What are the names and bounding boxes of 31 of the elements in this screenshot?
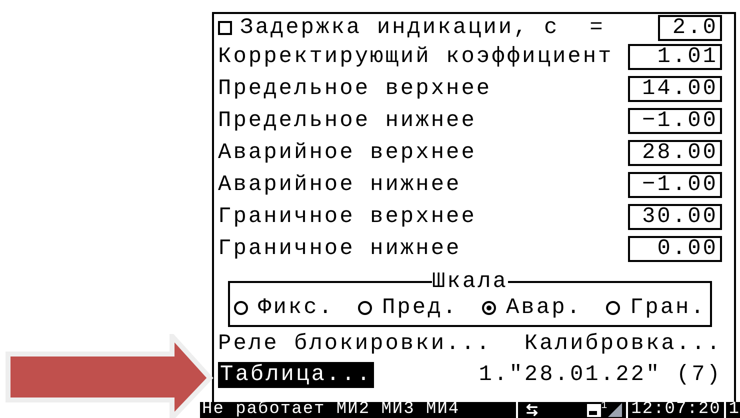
parameter-label: Аварийное нижнее bbox=[218, 172, 462, 198]
scale-radio[interactable]: Гран. bbox=[606, 295, 706, 321]
parameter-label: Граничное верхнее bbox=[218, 204, 476, 230]
value-field[interactable]: 14.00 bbox=[628, 76, 722, 102]
parameter-label: Граничное нижнее bbox=[218, 236, 462, 262]
value-field[interactable]: 1.01 bbox=[628, 44, 722, 70]
signal-icon bbox=[608, 403, 622, 417]
checkbox[interactable] bbox=[218, 20, 232, 34]
scale-radio[interactable]: Авар. bbox=[482, 295, 582, 321]
menu-link[interactable]: Реле блокировки... bbox=[218, 331, 492, 357]
scale-radio[interactable]: Пред. bbox=[358, 295, 458, 321]
status-message: Не работает МИ2 МИ3 МИ4 bbox=[201, 402, 461, 418]
menu-link[interactable]: Калибровка... bbox=[524, 331, 722, 357]
parameter-label: Корректирующий коэффициент bbox=[218, 44, 614, 70]
value-field[interactable]: 2.0 bbox=[658, 14, 722, 40]
calibration-record: 1."28.01.22" (7) bbox=[478, 362, 722, 388]
value-field[interactable]: 28.00 bbox=[628, 140, 722, 166]
delay-label: Задержка индикации, с = bbox=[240, 14, 605, 40]
parameter-label: Аварийное верхнее bbox=[218, 140, 476, 166]
value-field[interactable]: 30.00 bbox=[628, 204, 722, 230]
connection-icon bbox=[524, 403, 540, 417]
table-button[interactable]: Таблица... bbox=[218, 362, 374, 388]
status-item: 1 bbox=[728, 402, 740, 418]
value-field[interactable]: 0.00 bbox=[628, 236, 722, 262]
value-field[interactable]: −1.00 bbox=[628, 108, 722, 134]
clock-time: 12:07:20 bbox=[630, 402, 722, 418]
scale-radio[interactable]: Фикс. bbox=[234, 295, 334, 321]
value-field[interactable]: −1.00 bbox=[628, 172, 722, 198]
parameter-label: Предельное верхнее bbox=[218, 76, 492, 102]
scale-title: Шкала bbox=[432, 269, 508, 295]
parameter-label: Предельное нижнее bbox=[218, 108, 476, 134]
